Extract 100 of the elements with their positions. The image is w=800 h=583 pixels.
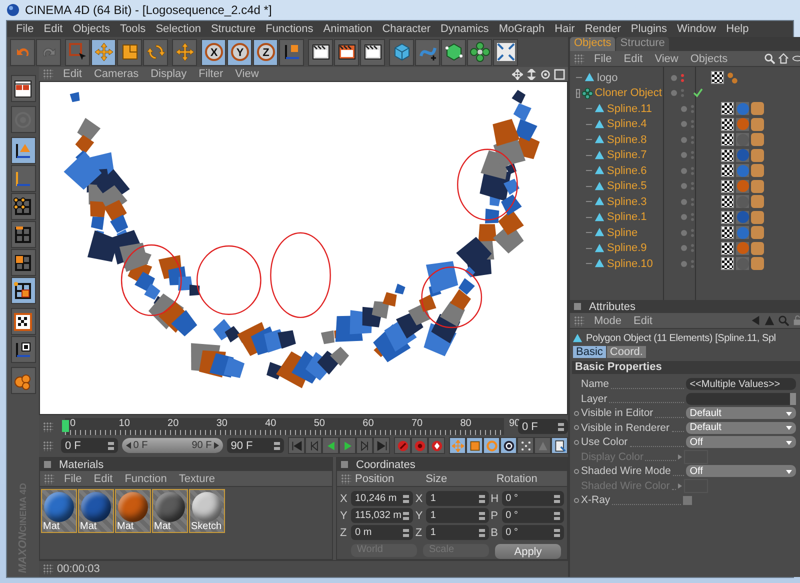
menu-item[interactable]: Dynamics (436, 23, 494, 35)
field-label: Name (581, 378, 610, 390)
end-frame-field[interactable]: 90 F (226, 438, 284, 453)
axis-label: X (415, 492, 424, 504)
object-item[interactable]: Cloner Object (570, 87, 662, 100)
menu-item[interactable]: MoGraph (494, 23, 550, 35)
material-name: Sketch (190, 522, 222, 532)
name-field[interactable]: <<Multiple Values>> (686, 378, 796, 390)
menu-item[interactable]: Function (118, 472, 173, 484)
frame-label: 10 (118, 418, 130, 429)
rotation-field[interactable]: 0 ° (502, 508, 564, 523)
dropdown[interactable]: Off (686, 436, 796, 448)
position-field[interactable]: 0 m (351, 525, 414, 540)
range-slider[interactable]: 0 F 90 F (122, 438, 223, 453)
rotation-field[interactable]: 0 ° (502, 491, 564, 506)
menu-item[interactable]: Texture (172, 472, 221, 484)
frame-label: 70 (411, 418, 423, 429)
field-label: Use Color (581, 436, 628, 448)
object-description: Polygon Object (11 Elements) [Spline.11, Spl (586, 333, 776, 344)
material-swatch[interactable]: Sketch (189, 489, 225, 533)
object-item[interactable]: Spline.8 (570, 134, 672, 146)
panel-title: Attributes (589, 300, 636, 312)
axis-label: H (490, 492, 500, 504)
menu-item[interactable]: Help (721, 23, 754, 35)
dropdown[interactable]: Default (686, 422, 796, 434)
menu-item[interactable]: Render (580, 23, 626, 35)
material-name: Mat (116, 522, 134, 532)
menu-item[interactable]: Selection (150, 23, 206, 35)
column-header: Position (355, 472, 396, 484)
panel-tab[interactable]: Structure (616, 37, 669, 51)
menu-item[interactable]: Edit (628, 314, 658, 326)
menu-item[interactable]: Edit (618, 52, 649, 64)
range-start-label: 0 F (133, 440, 148, 451)
menu-item[interactable]: Plugins (626, 23, 672, 35)
material-swatch[interactable]: Mat (41, 489, 77, 533)
axis-label: B (490, 526, 499, 538)
viewport-menu-item[interactable]: View (229, 68, 265, 80)
menu-item[interactable]: Structure (206, 23, 261, 35)
status-time: 00:00:03 (57, 563, 100, 575)
dropdown[interactable]: Off (686, 465, 796, 478)
menu-item[interactable]: Tools (115, 23, 151, 35)
object-item[interactable]: Spline.3 (570, 196, 672, 208)
menu-item[interactable]: Edit (38, 23, 68, 35)
object-item[interactable]: Spline.1 (570, 211, 672, 224)
range-end-label: 90 F (192, 440, 212, 451)
viewport-menu-item[interactable]: Cameras (88, 68, 145, 80)
field-label: X-Ray (581, 494, 610, 506)
object-item[interactable]: Spline.6 (570, 164, 672, 177)
viewport-menu-item[interactable]: Filter (192, 68, 230, 80)
menu-item[interactable]: Window (672, 23, 722, 35)
object-item[interactable]: Spline.9 (570, 242, 672, 254)
menu-item[interactable]: Functions (260, 23, 318, 35)
menu-item[interactable]: File (58, 472, 88, 484)
apply-button[interactable]: Apply (495, 544, 561, 559)
object-item[interactable]: Spline.11 (570, 102, 672, 115)
menu-item[interactable]: Character (377, 23, 436, 35)
menu-item[interactable]: File (588, 52, 618, 64)
menu-item[interactable]: File (11, 23, 39, 35)
frame-label: 60 (362, 418, 374, 429)
axis-label: Z (415, 526, 424, 538)
start-frame-field[interactable]: 0 F (61, 438, 118, 453)
viewport-menu-item[interactable]: Edit (57, 68, 88, 80)
position-field[interactable]: 115,032 m (351, 508, 414, 523)
object-item[interactable]: Spline.10 (570, 258, 672, 270)
column-header: Size (426, 472, 448, 484)
material-swatch[interactable]: Mat (78, 489, 114, 533)
menu-item[interactable]: Objects (684, 52, 734, 64)
menu-item[interactable]: Hair (550, 23, 580, 35)
object-item[interactable]: Spline.4 (570, 118, 672, 130)
current-frame-field[interactable]: 0 F (518, 419, 568, 434)
object-item[interactable]: Spline.7 (570, 149, 672, 162)
size-field[interactable]: 1 (426, 491, 489, 506)
attribute-tab[interactable]: Basic (573, 346, 606, 358)
attribute-tab[interactable]: Coord. (606, 346, 646, 358)
material-name: Mat (42, 522, 60, 532)
object-item[interactable]: Spline.5 (570, 180, 672, 192)
menu-item[interactable]: Objects (68, 23, 115, 35)
rotation-field[interactable]: 0 ° (502, 525, 564, 540)
size-field[interactable]: 1 (426, 525, 489, 540)
object-item[interactable]: Spline (570, 226, 672, 239)
menu-item[interactable]: Edit (88, 472, 119, 484)
menu-item[interactable]: Mode (588, 314, 628, 326)
panel-tab[interactable]: Objects (570, 37, 616, 51)
axis-label: P (490, 510, 499, 522)
position-field[interactable]: 10,246 m (351, 491, 414, 506)
viewport-menu-item[interactable]: Display (144, 68, 193, 80)
panel-title: Coordinates (356, 458, 416, 470)
object-item[interactable]: logo (570, 72, 662, 84)
menu-item[interactable]: View (648, 52, 684, 64)
axis-label: Z (340, 526, 348, 538)
size-field[interactable]: 1 (426, 508, 489, 523)
axis-label: Y (340, 510, 348, 522)
section-header: Basic Properties (572, 361, 800, 374)
material-swatch[interactable]: Mat (152, 489, 188, 533)
material-swatch[interactable]: Mat (115, 489, 151, 533)
material-name: Mat (153, 522, 171, 532)
field-label: Layer (581, 392, 608, 405)
menu-item[interactable]: Animation (318, 23, 378, 35)
panel-title: Materials (59, 458, 104, 470)
dropdown[interactable]: Default (686, 407, 796, 420)
